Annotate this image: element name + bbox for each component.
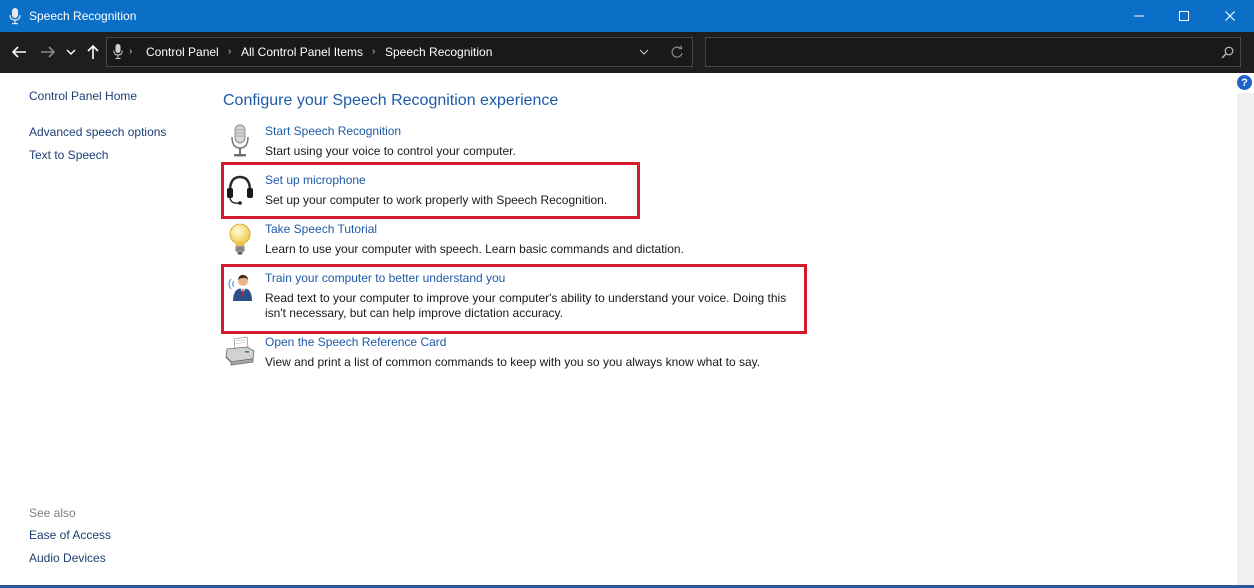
advanced-speech-options-link[interactable]: Advanced speech options <box>29 125 166 139</box>
task-description: Set up your computer to work properly wi… <box>265 193 608 207</box>
window-title: Speech Recognition <box>29 9 137 23</box>
speech-reference-card-link[interactable]: Open the Speech Reference Card <box>265 335 446 349</box>
highlight-box <box>221 162 640 219</box>
breadcrumb-speech-recognition[interactable]: Speech Recognition <box>385 45 492 59</box>
see-also-label: See also <box>29 506 76 520</box>
task-description: Learn to use your computer with speech. … <box>265 242 684 256</box>
minimize-icon <box>1134 15 1144 17</box>
up-button[interactable] <box>83 41 103 63</box>
chevron-down-icon[interactable] <box>637 46 651 58</box>
breadcrumb-control-panel[interactable]: Control Panel <box>146 45 219 59</box>
user-speaking-icon <box>228 274 252 301</box>
printer-icon <box>225 336 255 366</box>
minimize-button[interactable] <box>1116 0 1162 32</box>
close-button[interactable] <box>1207 0 1253 32</box>
microphone-icon <box>9 8 21 25</box>
train-computer-link[interactable]: Train your computer to better understand… <box>265 271 505 285</box>
audio-devices-link[interactable]: Audio Devices <box>29 551 106 565</box>
task-description: View and print a list of common commands… <box>265 355 761 369</box>
text-to-speech-link[interactable]: Text to Speech <box>29 148 108 162</box>
breadcrumb-separator-icon[interactable]: › <box>129 46 132 57</box>
back-button[interactable] <box>9 41 29 63</box>
forward-button[interactable] <box>38 41 58 63</box>
breadcrumb-all-items[interactable]: All Control Panel Items <box>241 45 363 59</box>
navigation-bar: › Control Panel › All Control Panel Item… <box>0 32 1254 73</box>
help-icon[interactable]: ? <box>1237 75 1252 90</box>
refresh-icon[interactable] <box>670 45 684 59</box>
address-box[interactable]: › Control Panel › All Control Panel Item… <box>106 37 693 67</box>
set-up-microphone-link[interactable]: Set up microphone <box>265 173 366 187</box>
page-title: Configure your Speech Recognition experi… <box>223 92 559 109</box>
recent-locations-button[interactable] <box>64 41 78 63</box>
microphone-icon <box>231 124 249 157</box>
breadcrumb-separator-icon[interactable]: › <box>372 46 375 57</box>
arrow-right-icon <box>41 46 56 58</box>
left-navigation-pane: Control Panel Home Advanced speech optio… <box>0 73 200 588</box>
title-bar[interactable]: Speech Recognition <box>0 0 1254 32</box>
search-box[interactable] <box>705 37 1241 67</box>
microphone-icon <box>113 44 123 59</box>
lightbulb-icon <box>229 223 251 255</box>
breadcrumb-separator-icon[interactable]: › <box>228 46 231 57</box>
start-speech-recognition-link[interactable]: Start Speech Recognition <box>265 124 401 138</box>
maximize-icon <box>1179 11 1189 21</box>
task-description: Read text to your computer to improve yo… <box>265 291 787 320</box>
arrow-up-icon <box>87 44 99 59</box>
task-description: Start using your voice to control your c… <box>265 144 516 158</box>
vertical-scrollbar[interactable] <box>1237 93 1254 588</box>
search-input[interactable] <box>710 42 1210 62</box>
close-icon <box>1225 11 1235 21</box>
control-panel-home-link[interactable]: Control Panel Home <box>29 89 137 103</box>
take-speech-tutorial-link[interactable]: Take Speech Tutorial <box>265 222 377 236</box>
arrow-left-icon <box>11 46 26 58</box>
chevron-down-icon <box>66 49 76 55</box>
ease-of-access-link[interactable]: Ease of Access <box>29 528 111 542</box>
speech-recognition-window: Speech Recognition › Control Panel › All… <box>0 0 1254 588</box>
headset-icon <box>227 175 253 205</box>
maximize-button[interactable] <box>1161 0 1207 32</box>
search-icon[interactable] <box>1221 46 1234 59</box>
